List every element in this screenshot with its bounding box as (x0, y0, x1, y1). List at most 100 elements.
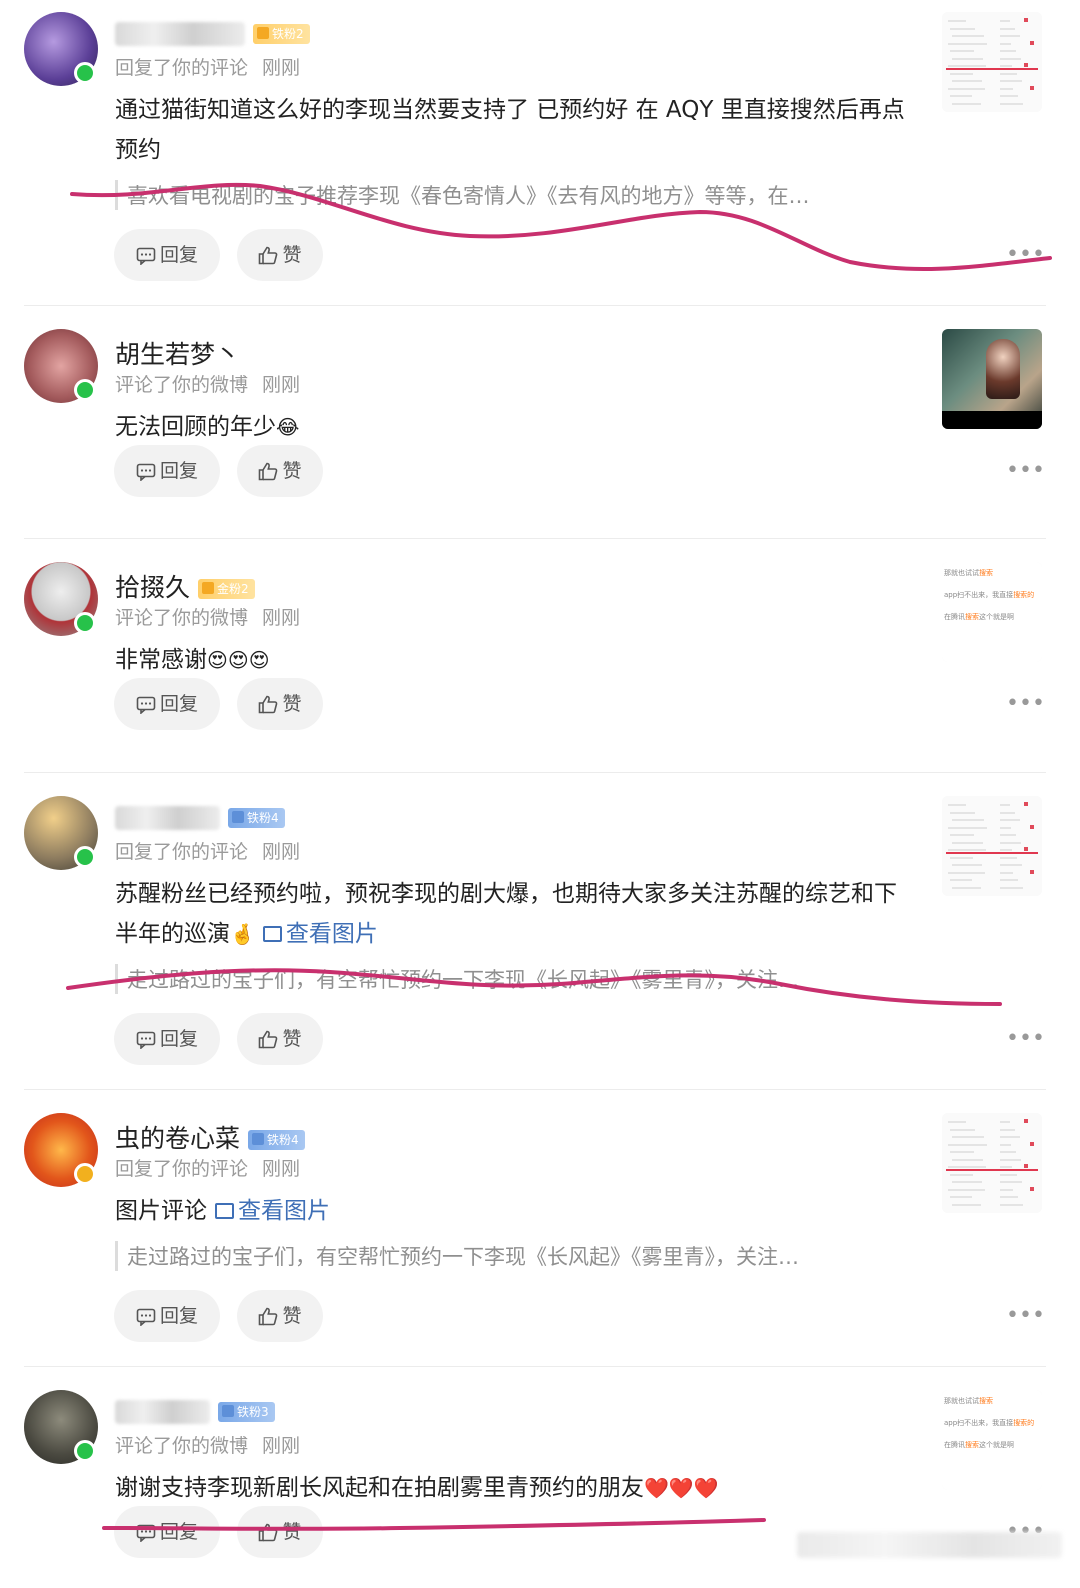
thumb-text-line: 那就也试试搜索 (944, 568, 1040, 578)
sheet-row (1000, 819, 1020, 821)
fan-badge: 铁粉3 (218, 1402, 275, 1422)
original-post-thumbnail[interactable] (942, 12, 1042, 112)
sheet-row (1000, 1143, 1011, 1146)
reply-button[interactable]: 回复 (114, 1013, 220, 1065)
like-button[interactable]: 赞 (237, 1013, 323, 1065)
sheet-mark (1024, 1164, 1028, 1168)
thumbs-up-icon (259, 1523, 278, 1542)
avatar[interactable] (24, 796, 98, 870)
more-options-icon[interactable]: ••• (1006, 244, 1045, 266)
like-button[interactable]: 赞 (237, 678, 323, 730)
sheet-row (1000, 50, 1016, 52)
original-post-thumbnail[interactable] (942, 329, 1042, 429)
action-meta: 回复了你的评论 刚刚 (115, 1154, 300, 1181)
username[interactable]: 拾掇久 (115, 573, 190, 602)
original-post-thumbnail[interactable] (942, 1113, 1042, 1213)
avatar[interactable] (24, 1113, 98, 1187)
thumb-text-line: 那就也试试搜索 (944, 1396, 1040, 1406)
avatar[interactable] (24, 1390, 98, 1464)
quoted-comment[interactable]: 喜欢看电视剧的宝子推荐李现《春色寄情人》《去有风的地方》等等，在… (115, 180, 917, 210)
reply-label: 回复 (159, 1028, 198, 1050)
sheet-row (952, 1158, 983, 1161)
sheet-highlight-line (946, 68, 1038, 70)
username[interactable]: 胡生若梦丶 (115, 340, 240, 369)
thumb-text: app扫不出来，我直接 (944, 1419, 1014, 1427)
sheet-row (948, 42, 987, 45)
watermark (797, 1532, 1062, 1558)
view-image-link[interactable]: 查看图片 (255, 921, 378, 947)
sheet-row (952, 35, 984, 37)
sheet-row (1000, 35, 1020, 37)
reply-button[interactable]: 回复 (114, 229, 220, 281)
original-post-thumbnail[interactable]: 那就也试试搜索 app扫不出来，我直接搜索的 在腾讯搜索这个就是啊 (942, 562, 1042, 662)
action-meta: 评论了你的微博 刚刚 (115, 1431, 300, 1458)
reply-button[interactable]: 回复 (114, 1506, 220, 1558)
sheet-row (1000, 826, 1011, 829)
comment-content: 非常感谢😍😍😍 (115, 640, 905, 680)
reply-label: 回复 (159, 460, 198, 482)
sheet-row (950, 27, 975, 30)
notification-item: 虫的卷心菜 铁粉4 回复了你的评论 刚刚 图片评论 查看图片 走过路过的宝子们，有空帮忙预约… (0, 1090, 1080, 1367)
username[interactable]: 虫的卷心菜 (115, 1124, 240, 1153)
sheet-row (950, 879, 972, 881)
sheet-row (1000, 102, 1023, 105)
thumb-spacer (944, 600, 1040, 612)
original-post-thumbnail[interactable]: 那就也试试搜索 app扫不出来，我直接搜索的 在腾讯搜索这个就是啊 (942, 1390, 1042, 1490)
like-button[interactable]: 赞 (237, 1290, 323, 1342)
timestamp: 刚刚 (262, 1158, 301, 1180)
like-label: 赞 (282, 244, 302, 266)
more-options-icon[interactable]: ••• (1006, 1028, 1045, 1050)
thumb-text-highlight: 搜索的 (1013, 591, 1035, 599)
sheet-row (1000, 856, 1017, 859)
sheet-row (950, 856, 973, 859)
sheet-row (950, 1151, 974, 1153)
sheet-row (1000, 1196, 1018, 1198)
timestamp: 刚刚 (262, 374, 301, 396)
fan-badge-icon (252, 1133, 265, 1145)
like-label: 赞 (282, 693, 302, 715)
username-row: 拾掇久 金粉2 (115, 568, 255, 604)
fan-badge-icon (222, 1405, 234, 1417)
like-button[interactable]: 赞 (237, 445, 323, 497)
fan-badge-label: 铁粉3 (237, 1405, 269, 1419)
sheet-row (1000, 811, 1015, 814)
sheet-row (1000, 864, 1022, 866)
like-button[interactable]: 赞 (237, 1506, 323, 1558)
like-label: 赞 (282, 1028, 302, 1050)
comment-icon (136, 1031, 156, 1050)
sheet-mark (1030, 869, 1034, 874)
sheet-row (950, 72, 973, 75)
view-image-link[interactable]: 查看图片 (207, 1198, 330, 1224)
fan-badge: 铁粉2 (253, 24, 310, 44)
quoted-comment[interactable]: 走过路过的宝子们，有空帮忙预约一下李现《长风起》《雾里青》，关注… (115, 1241, 917, 1271)
quoted-comment[interactable]: 走过路过的宝子们，有空帮忙预约一下李现《长风起》《雾里青》，关注… (115, 964, 917, 994)
view-image-label: 查看图片 (238, 1198, 330, 1224)
sheet-row (1000, 849, 1012, 851)
reply-button[interactable]: 回复 (114, 445, 220, 497)
more-options-icon[interactable]: ••• (1006, 693, 1045, 715)
comment-content: 谢谢支持李现新剧长风起和在拍剧雾里青预约的朋友❤️❤️❤️ (115, 1468, 905, 1508)
more-options-icon[interactable]: ••• (1006, 460, 1045, 482)
sheet-row (948, 871, 985, 874)
image-icon (262, 926, 282, 942)
sheet-mark (1024, 63, 1028, 67)
sheet-row (952, 864, 982, 866)
thumb-text: app扫不出来，我直接 (944, 591, 1014, 599)
thumbs-up-icon (259, 1307, 278, 1326)
online-status-dot (74, 379, 96, 401)
sheet-row (950, 811, 975, 814)
more-options-icon[interactable]: ••• (1006, 1305, 1045, 1327)
sheet-row (950, 834, 974, 836)
sheet-row (1000, 1121, 1010, 1123)
sheet-mark (1024, 18, 1028, 22)
original-post-thumbnail[interactable] (942, 796, 1042, 896)
reply-button[interactable]: 回复 (114, 678, 220, 730)
avatar[interactable] (24, 12, 98, 86)
like-label: 赞 (282, 460, 302, 482)
avatar[interactable] (24, 329, 98, 403)
avatar[interactable] (24, 562, 98, 636)
sheet-row (1000, 834, 1016, 836)
reply-button[interactable]: 回复 (114, 1290, 220, 1342)
thumb-spacer (944, 1450, 1040, 1462)
like-button[interactable]: 赞 (237, 229, 323, 281)
